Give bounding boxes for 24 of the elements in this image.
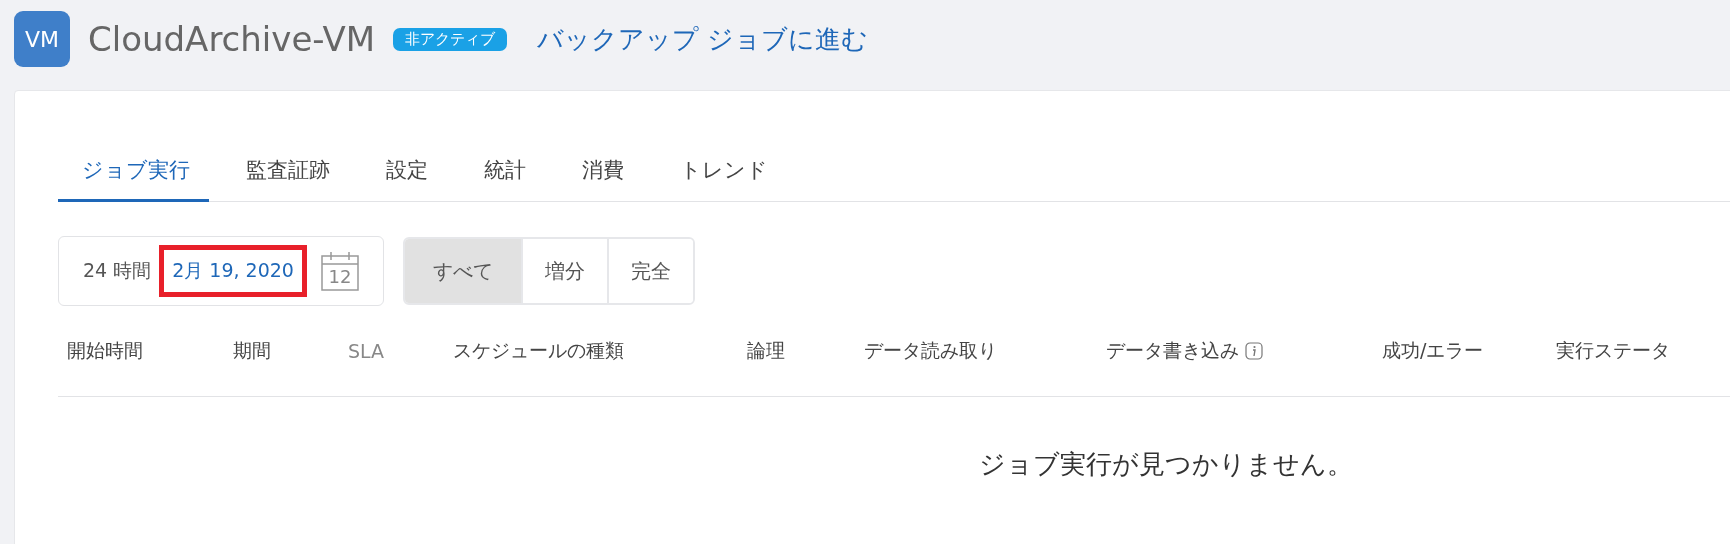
empty-message: ジョブ実行が見つかりません。 bbox=[979, 449, 1353, 479]
column-header: データ読み取り bbox=[864, 338, 997, 363]
backup-job-link[interactable]: バックアップ ジョブに進む bbox=[537, 21, 869, 57]
info-icon[interactable] bbox=[1245, 342, 1263, 360]
column-header: 実行ステータ bbox=[1556, 338, 1670, 363]
range-label[interactable]: 24 時間 bbox=[83, 258, 152, 284]
tab[interactable]: 設定 bbox=[367, 156, 447, 202]
filter-button[interactable]: すべて bbox=[404, 239, 523, 303]
status-badge: 非アクティブ bbox=[393, 27, 508, 51]
tab[interactable]: ジョブ実行 bbox=[58, 156, 209, 202]
column-header: データ書き込み bbox=[1106, 338, 1239, 363]
tab[interactable]: トレンド bbox=[661, 156, 787, 202]
page-title: CloudArchive-VM bbox=[88, 19, 376, 59]
vm-icon: VM bbox=[14, 11, 70, 67]
column-header: 成功/エラー bbox=[1382, 338, 1484, 363]
column-header: 開始時間 bbox=[67, 338, 143, 363]
column-header: 論理 bbox=[747, 338, 785, 363]
tab[interactable]: 監査証跡 bbox=[227, 156, 349, 202]
tab[interactable]: 統計 bbox=[465, 156, 545, 202]
column-header: 期間 bbox=[233, 338, 271, 363]
date-picker-value[interactable]: 2月 19, 2020 bbox=[159, 245, 307, 297]
column-header: SLA bbox=[348, 340, 385, 362]
column-header: スケジュールの種類 bbox=[453, 338, 624, 363]
tab[interactable]: 消費 bbox=[563, 156, 643, 202]
